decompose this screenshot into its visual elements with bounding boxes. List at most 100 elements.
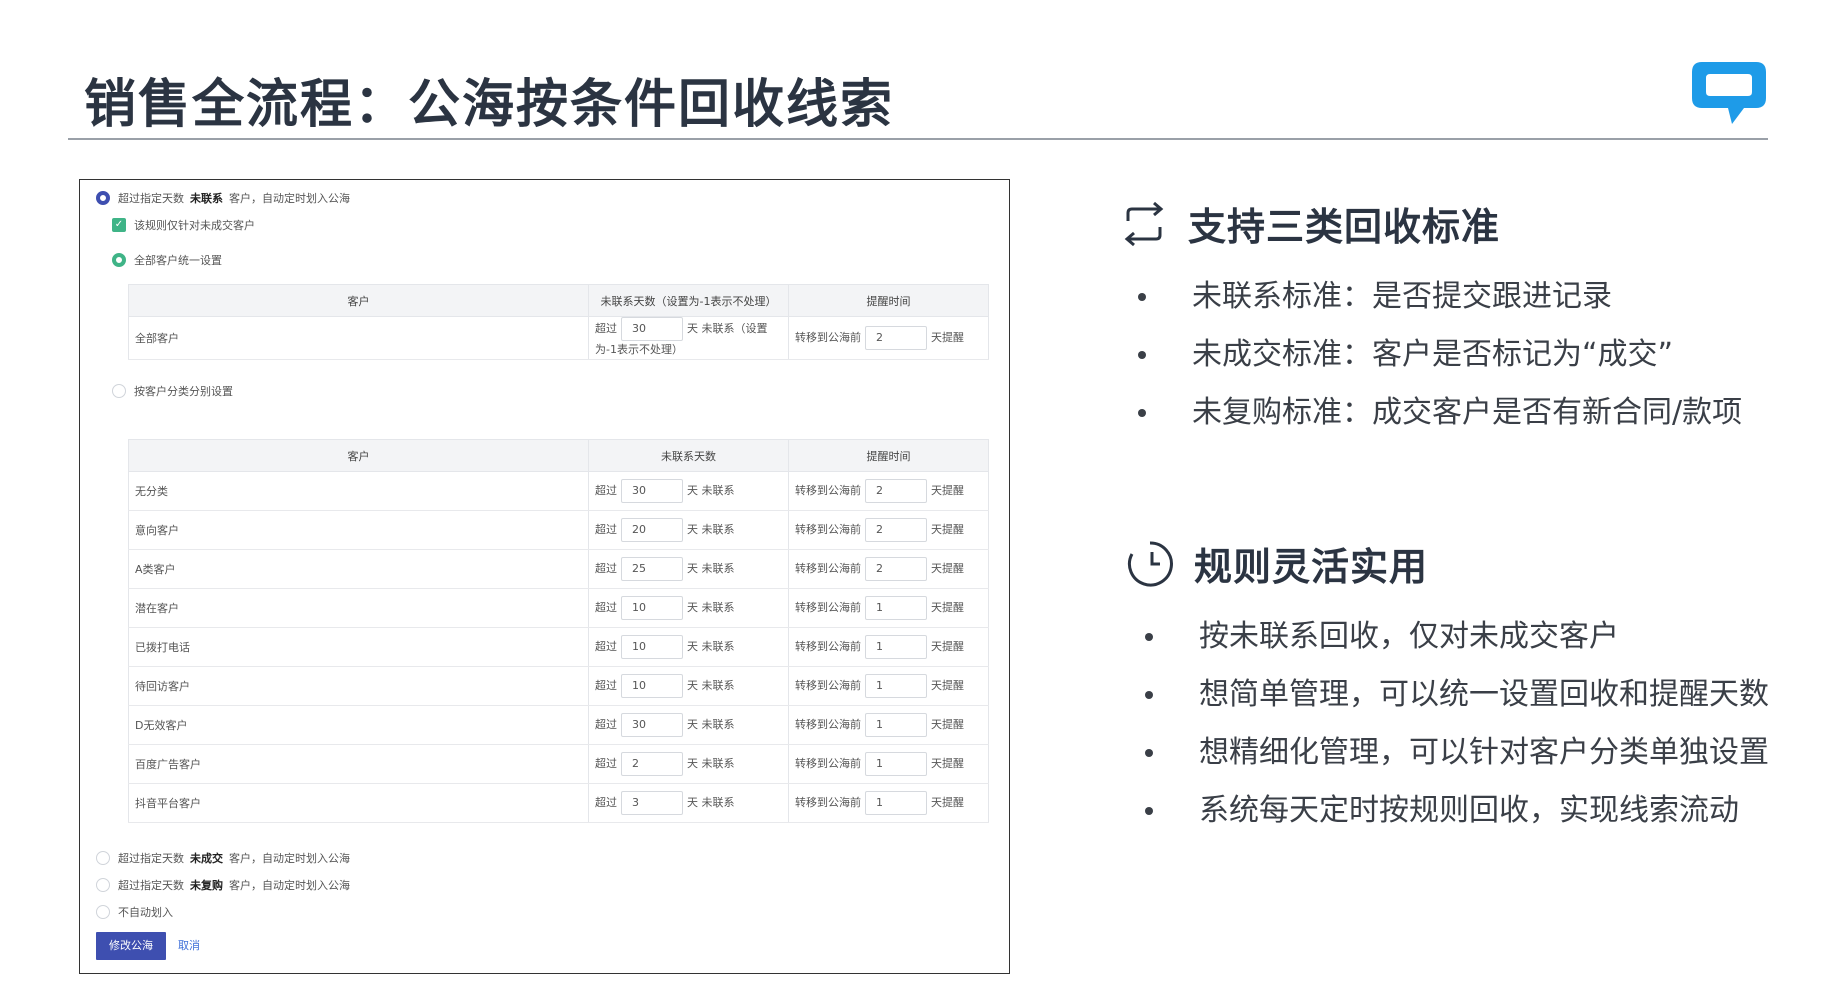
bullet-item: 按未联系回收，仅对未成交客户 — [1145, 608, 1769, 666]
customer-cell: 抖音平台客户 — [128, 783, 589, 823]
table-row: 待回访客户 超过 10 天 未联系 转移到公海前 1 天提醒 — [128, 666, 989, 706]
days-input[interactable]: 30 — [621, 317, 683, 341]
days-input[interactable]: 20 — [621, 518, 683, 542]
label-remind: 天提醒 — [931, 484, 964, 497]
table-row: 潜在客户 超过 10 天 未联系 转移到公海前 1 天提醒 — [128, 588, 989, 628]
remind-input[interactable]: 1 — [865, 752, 927, 776]
label-exceed: 超过 — [595, 718, 617, 731]
remind-input[interactable]: 2 — [865, 479, 927, 503]
option-unclosed[interactable]: 超过指定天数 未成交 客户，自动定时划入公海 — [96, 850, 350, 866]
label-before-transfer: 转移到公海前 — [795, 718, 861, 731]
radio-unclosed[interactable] — [96, 851, 110, 865]
bullet-dot-icon — [1145, 633, 1153, 641]
label-before-transfer: 转移到公海前 — [795, 640, 861, 653]
customer-cell: 全部客户 — [128, 316, 589, 360]
radio-unified[interactable] — [112, 253, 126, 267]
slide-title: 销售全流程：公海按条件回收线索 — [84, 75, 895, 135]
days-input[interactable]: 25 — [621, 557, 683, 581]
days-cell: 超过 30 天 未联系 — [588, 705, 789, 745]
radio-no-repurchase[interactable] — [96, 878, 110, 892]
days-cell: 超过 10 天 未联系 — [588, 666, 789, 706]
days-input[interactable]: 2 — [621, 752, 683, 776]
category-rule-table: 客户 未联系天数 提醒时间 无分类 超过 30 天 未联系 转移到公海前 2 天提醒 意向客户… — [128, 439, 989, 823]
customer-cell: D无效客户 — [128, 705, 589, 745]
save-pool-button[interactable]: 修改公海 — [96, 932, 166, 960]
label-uncontacted: 天 未联系 — [687, 484, 735, 497]
col-uncontacted-days: 未联系天数 — [588, 439, 789, 472]
cancel-link[interactable]: 取消 — [178, 932, 200, 960]
days-cell: 超过 30 天 未联系（设置为-1表示不处理） — [588, 316, 789, 360]
days-input[interactable]: 10 — [621, 596, 683, 620]
label-before-transfer: 转移到公海前 — [795, 484, 861, 497]
label-uncontacted: 天 未联系 — [687, 601, 735, 614]
days-cell: 超过 25 天 未联系 — [588, 549, 789, 589]
option-by-category[interactable]: 按客户分类分别设置 — [112, 383, 233, 399]
days-cell: 超过 3 天 未联系 — [588, 783, 789, 823]
remind-cell: 转移到公海前 2 天提醒 — [788, 471, 989, 511]
radio-uncontacted[interactable] — [96, 191, 110, 205]
option-unified[interactable]: 全部客户统一设置 — [112, 252, 222, 268]
label-remind: 天提醒 — [931, 562, 964, 575]
label-exceed: 超过 — [595, 523, 617, 536]
customer-cell: A类客户 — [128, 549, 589, 589]
remind-input[interactable]: 1 — [865, 791, 927, 815]
table-row: 无分类 超过 30 天 未联系 转移到公海前 2 天提醒 — [128, 471, 989, 511]
col-customer: 客户 — [128, 284, 589, 317]
label-exceed: 超过 — [595, 640, 617, 653]
remind-cell: 转移到公海前 1 天提醒 — [788, 744, 989, 784]
table-row: 全部客户 超过 30 天 未联系（设置为-1表示不处理） 转移到公海前 2 天提醒 — [128, 316, 989, 360]
label-uncontacted: 天 未联系 — [687, 640, 735, 653]
remind-cell: 转移到公海前 1 天提醒 — [788, 627, 989, 667]
days-input[interactable]: 10 — [621, 674, 683, 698]
radio-by-category[interactable] — [112, 384, 126, 398]
table-row: 抖音平台客户 超过 3 天 未联系 转移到公海前 1 天提醒 — [128, 783, 989, 823]
section-flexible-header: 规则灵活实用 — [1126, 536, 1428, 591]
label-uncontacted: 天 未联系 — [687, 796, 735, 809]
option-label: 全部客户统一设置 — [134, 254, 222, 267]
option-prefix: 超过指定天数 — [118, 192, 184, 205]
checkbox-only-unclosed[interactable]: ✓ 该规则仅针对未成交客户 — [112, 217, 255, 233]
table-row: 百度广告客户 超过 2 天 未联系 转移到公海前 1 天提醒 — [128, 744, 989, 784]
remind-input[interactable]: 1 — [865, 674, 927, 698]
radio-no-auto[interactable] — [96, 905, 110, 919]
bullet-text: 按未联系回收，仅对未成交客户 — [1199, 619, 1619, 654]
table-row: A类客户 超过 25 天 未联系 转移到公海前 2 天提醒 — [128, 549, 989, 589]
section-heading: 规则灵活实用 — [1194, 545, 1429, 589]
days-cell: 超过 2 天 未联系 — [588, 744, 789, 784]
option-label: 按客户分类分别设置 — [134, 385, 233, 398]
remind-input[interactable]: 2 — [865, 557, 927, 581]
label-remind: 天提醒 — [931, 601, 964, 614]
days-input[interactable]: 30 — [621, 479, 683, 503]
label-before-transfer: 转移到公海前 — [795, 757, 861, 770]
days-cell: 超过 20 天 未联系 — [588, 510, 789, 550]
option-prefix: 超过指定天数 — [118, 852, 184, 865]
checkmark-icon[interactable]: ✓ — [112, 218, 126, 232]
remind-input[interactable]: 2 — [865, 326, 927, 350]
remind-input[interactable]: 1 — [865, 635, 927, 659]
bullet-item: 想简单管理，可以统一设置回收和提醒天数 — [1145, 666, 1769, 724]
days-input[interactable]: 3 — [621, 791, 683, 815]
table-row: 意向客户 超过 20 天 未联系 转移到公海前 2 天提醒 — [128, 510, 989, 550]
remind-cell: 转移到公海前 1 天提醒 — [788, 588, 989, 628]
label-remind: 天提醒 — [931, 331, 964, 344]
label-remind: 天提醒 — [931, 640, 964, 653]
label-remind: 天提醒 — [931, 523, 964, 536]
label-before-transfer: 转移到公海前 — [795, 601, 861, 614]
option-no-repurchase[interactable]: 超过指定天数 未复购 客户，自动定时划入公海 — [96, 877, 350, 893]
days-input[interactable]: 10 — [621, 635, 683, 659]
days-cell: 超过 10 天 未联系 — [588, 627, 789, 667]
remind-input[interactable]: 2 — [865, 518, 927, 542]
remind-input[interactable]: 1 — [865, 596, 927, 620]
option-uncontacted[interactable]: 超过指定天数 未联系 客户，自动定时划入公海 — [96, 190, 350, 206]
bullet-dot-icon — [1138, 409, 1146, 417]
label-remind: 天提醒 — [931, 679, 964, 692]
bullet-dot-icon — [1138, 351, 1146, 359]
customer-cell: 待回访客户 — [128, 666, 589, 706]
bullet-item: 未联系标准：是否提交跟进记录 — [1138, 268, 1742, 326]
remind-input[interactable]: 1 — [865, 713, 927, 737]
days-input[interactable]: 30 — [621, 713, 683, 737]
option-no-auto[interactable]: 不自动划入 — [96, 904, 173, 920]
customer-cell: 无分类 — [128, 471, 589, 511]
remind-cell: 转移到公海前 2 天提醒 — [788, 316, 989, 360]
bullet-dot-icon — [1145, 807, 1153, 815]
